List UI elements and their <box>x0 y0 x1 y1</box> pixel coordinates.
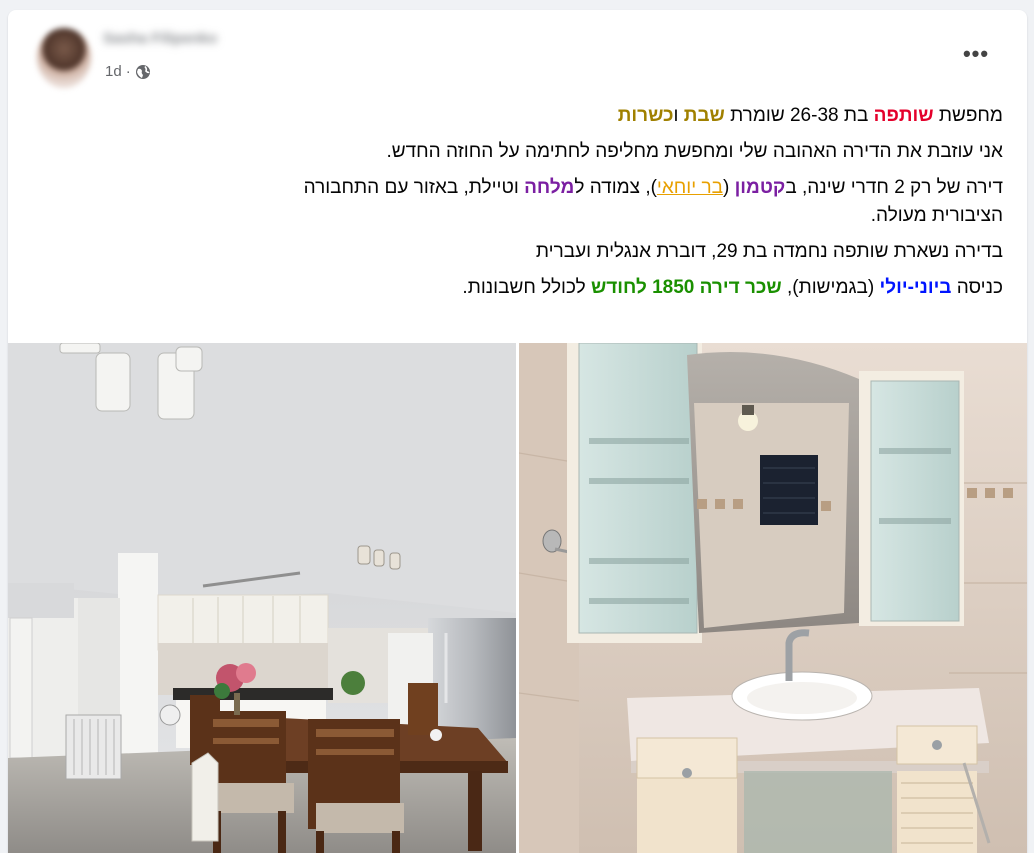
post-line-2: אני עוזבת את הדירה האהובה שלי ומחפשת מחל… <box>386 141 1004 162</box>
post-meta: 1d · <box>105 63 151 80</box>
text-fragment: בת 26-38 שומרת <box>724 105 874 126</box>
post-card: Sasha Filipenko 1d · ••• מחפשת שותפה בת … <box>8 10 1027 853</box>
highlight-kosher: כשרות <box>617 105 674 126</box>
text-fragment: ו <box>673 105 684 126</box>
post-time[interactable]: 1d <box>105 63 122 80</box>
post-text: מחפשת שותפה בת 26-38 שומרת שבת וכשרות אנ… <box>303 102 1003 310</box>
post-line-4: בדירה נשארת שותפה נחמדה בת 29, דוברת אנג… <box>535 241 1003 262</box>
text-fragment: ( <box>722 177 735 198</box>
highlight-shabbat: שבת <box>683 105 725 126</box>
meta-separator: · <box>125 63 131 80</box>
highlight-roommate: שותפה <box>873 105 934 126</box>
text-fragment: (בגמישות), <box>781 277 880 298</box>
globe-icon <box>135 64 151 80</box>
photo-bathroom[interactable] <box>519 343 1027 853</box>
text-fragment: לכולל חשבונות. <box>462 277 591 298</box>
highlight-malha: מלחה <box>524 177 575 198</box>
text-fragment: דירה של רק 2 חדרי שינה, ב <box>785 177 1003 198</box>
text-fragment: מחפשת <box>933 105 1003 126</box>
more-options-icon: ••• <box>962 41 990 66</box>
post-line-1: מחפשת שותפה בת 26-38 שומרת שבת וכשרות <box>303 102 1003 130</box>
highlight-rent: שכר דירה 1850 לחודש <box>590 277 782 298</box>
more-options-button[interactable]: ••• <box>957 40 995 68</box>
post-line-3: דירה של רק 2 חדרי שינה, בקטמון (בר יוחאי… <box>303 174 1003 230</box>
post-line-5: כניסה ביוני-יולי (בגמישות), שכר דירה 185… <box>303 274 1003 302</box>
text-fragment: ), צמודה ל <box>574 177 657 198</box>
avatar[interactable] <box>37 28 91 88</box>
street-link[interactable]: בר יוחאי <box>657 177 723 198</box>
highlight-katamon: קטמון <box>734 177 786 198</box>
author-name[interactable]: Sasha Filipenko <box>103 30 263 52</box>
highlight-dates: ביוני-יולי <box>879 277 952 298</box>
text-fragment: כניסה <box>951 277 1003 298</box>
photo-kitchen[interactable] <box>8 343 516 853</box>
